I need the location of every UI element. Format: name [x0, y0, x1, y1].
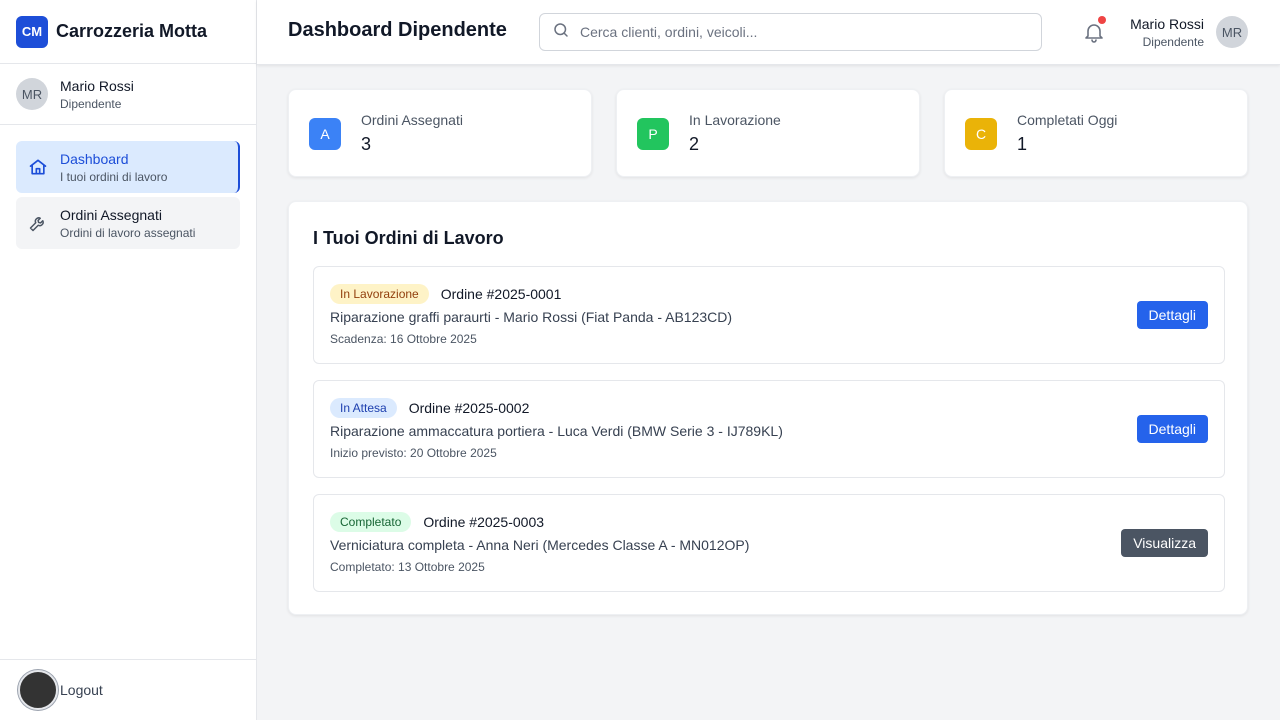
- sidebar-item-sublabel: I tuoi ordini di lavoro: [60, 169, 168, 184]
- order-number: Ordine #2025-0001: [440, 286, 562, 302]
- avatar: MR: [16, 78, 48, 110]
- sidebar-nav: Dashboard I tuoi ordini di lavoro Ordini…: [0, 125, 256, 269]
- sidebar-user-role: Dipendente: [60, 96, 122, 111]
- stat-value: 2: [689, 134, 700, 154]
- notifications-button[interactable]: [1082, 16, 1106, 44]
- order-date: Completato: 13 Ottobre 2025: [330, 560, 485, 574]
- stat-label: In Lavorazione: [689, 112, 781, 128]
- order-card: In Lavorazione Ordine #2025-0001 Riparaz…: [313, 266, 1225, 364]
- notification-dot: [1098, 16, 1106, 24]
- status-badge: Completato: [330, 512, 412, 532]
- order-description: Verniciatura completa - Anna Neri (Merce…: [330, 537, 750, 553]
- search-box: [539, 13, 1042, 51]
- details-button[interactable]: Dettagli: [1136, 301, 1208, 329]
- page-title: Dashboard Dipendente: [288, 19, 507, 41]
- home-icon: [28, 157, 48, 177]
- order-description: Riparazione graffi paraurti - Mario Ross…: [330, 309, 733, 325]
- stat-card-in-lavorazione: P In Lavorazione 2: [616, 89, 920, 177]
- brand-name: Carrozzeria Motta: [56, 21, 208, 41]
- sidebar-item-ordini-assegnati[interactable]: Ordini Assegnati Ordini di lavoro assegn…: [16, 197, 240, 249]
- brand: CM Carrozzeria Motta: [0, 0, 256, 64]
- stat-icon: C: [965, 118, 997, 150]
- status-badge: In Attesa: [330, 398, 397, 418]
- stat-value: 3: [361, 134, 372, 154]
- bell-icon: [1082, 24, 1106, 48]
- stat-label: Completati Oggi: [1017, 112, 1118, 128]
- status-badge: In Lavorazione: [330, 284, 429, 304]
- order-card: Completato Ordine #2025-0003 Verniciatur…: [313, 494, 1225, 592]
- logout-button[interactable]: Logout: [60, 682, 103, 698]
- stat-card-completati-oggi: C Completati Oggi 1: [944, 89, 1248, 177]
- brand-logo: CM: [16, 15, 48, 48]
- search-icon: [552, 21, 570, 44]
- sidebar-footer: Logout: [0, 659, 256, 720]
- stat-icon: A: [309, 118, 341, 150]
- orders-panel-title: I Tuoi Ordini di Lavoro: [313, 228, 504, 248]
- search-input[interactable]: [580, 24, 1020, 40]
- header-avatar[interactable]: MR: [1216, 16, 1248, 48]
- logout-icon[interactable]: [18, 670, 58, 710]
- order-number: Ordine #2025-0003: [423, 514, 545, 530]
- sidebar-user-name: Mario Rossi: [60, 77, 134, 94]
- order-description: Riparazione ammaccatura portiera - Luca …: [330, 423, 783, 439]
- sidebar-item-label: Dashboard: [60, 150, 129, 167]
- details-button[interactable]: Dettagli: [1136, 415, 1208, 443]
- stat-label: Ordini Assegnati: [361, 112, 463, 128]
- sidebar-user: MR Mario Rossi Dipendente: [0, 64, 256, 125]
- top-header: Dashboard Dipendente Mario Rossi Dipende…: [257, 0, 1280, 65]
- orders-panel: I Tuoi Ordini di Lavoro In Lavorazione O…: [288, 201, 1248, 615]
- stat-icon: P: [637, 118, 669, 150]
- stat-value: 1: [1017, 134, 1028, 154]
- order-date: Scadenza: 16 Ottobre 2025: [330, 332, 477, 346]
- stat-card-ordini-assegnati: A Ordini Assegnati 3: [288, 89, 592, 177]
- header-user: Mario Rossi Dipendente: [1130, 16, 1204, 49]
- header-user-name: Mario Rossi: [1130, 16, 1204, 32]
- order-card: In Attesa Ordine #2025-0002 Riparazione …: [313, 380, 1225, 478]
- wrench-icon: [28, 213, 48, 233]
- header-user-role: Dipendente: [1142, 35, 1204, 49]
- order-number: Ordine #2025-0002: [408, 400, 530, 416]
- sidebar-item-sublabel: Ordini di lavoro assegnati: [60, 225, 196, 240]
- order-date: Inizio previsto: 20 Ottobre 2025: [330, 446, 497, 460]
- sidebar-item-label: Ordini Assegnati: [60, 206, 162, 223]
- sidebar-item-dashboard[interactable]: Dashboard I tuoi ordini di lavoro: [16, 141, 240, 193]
- sidebar: CM Carrozzeria Motta MR Mario Rossi Dipe…: [0, 0, 257, 720]
- view-button[interactable]: Visualizza: [1121, 529, 1208, 557]
